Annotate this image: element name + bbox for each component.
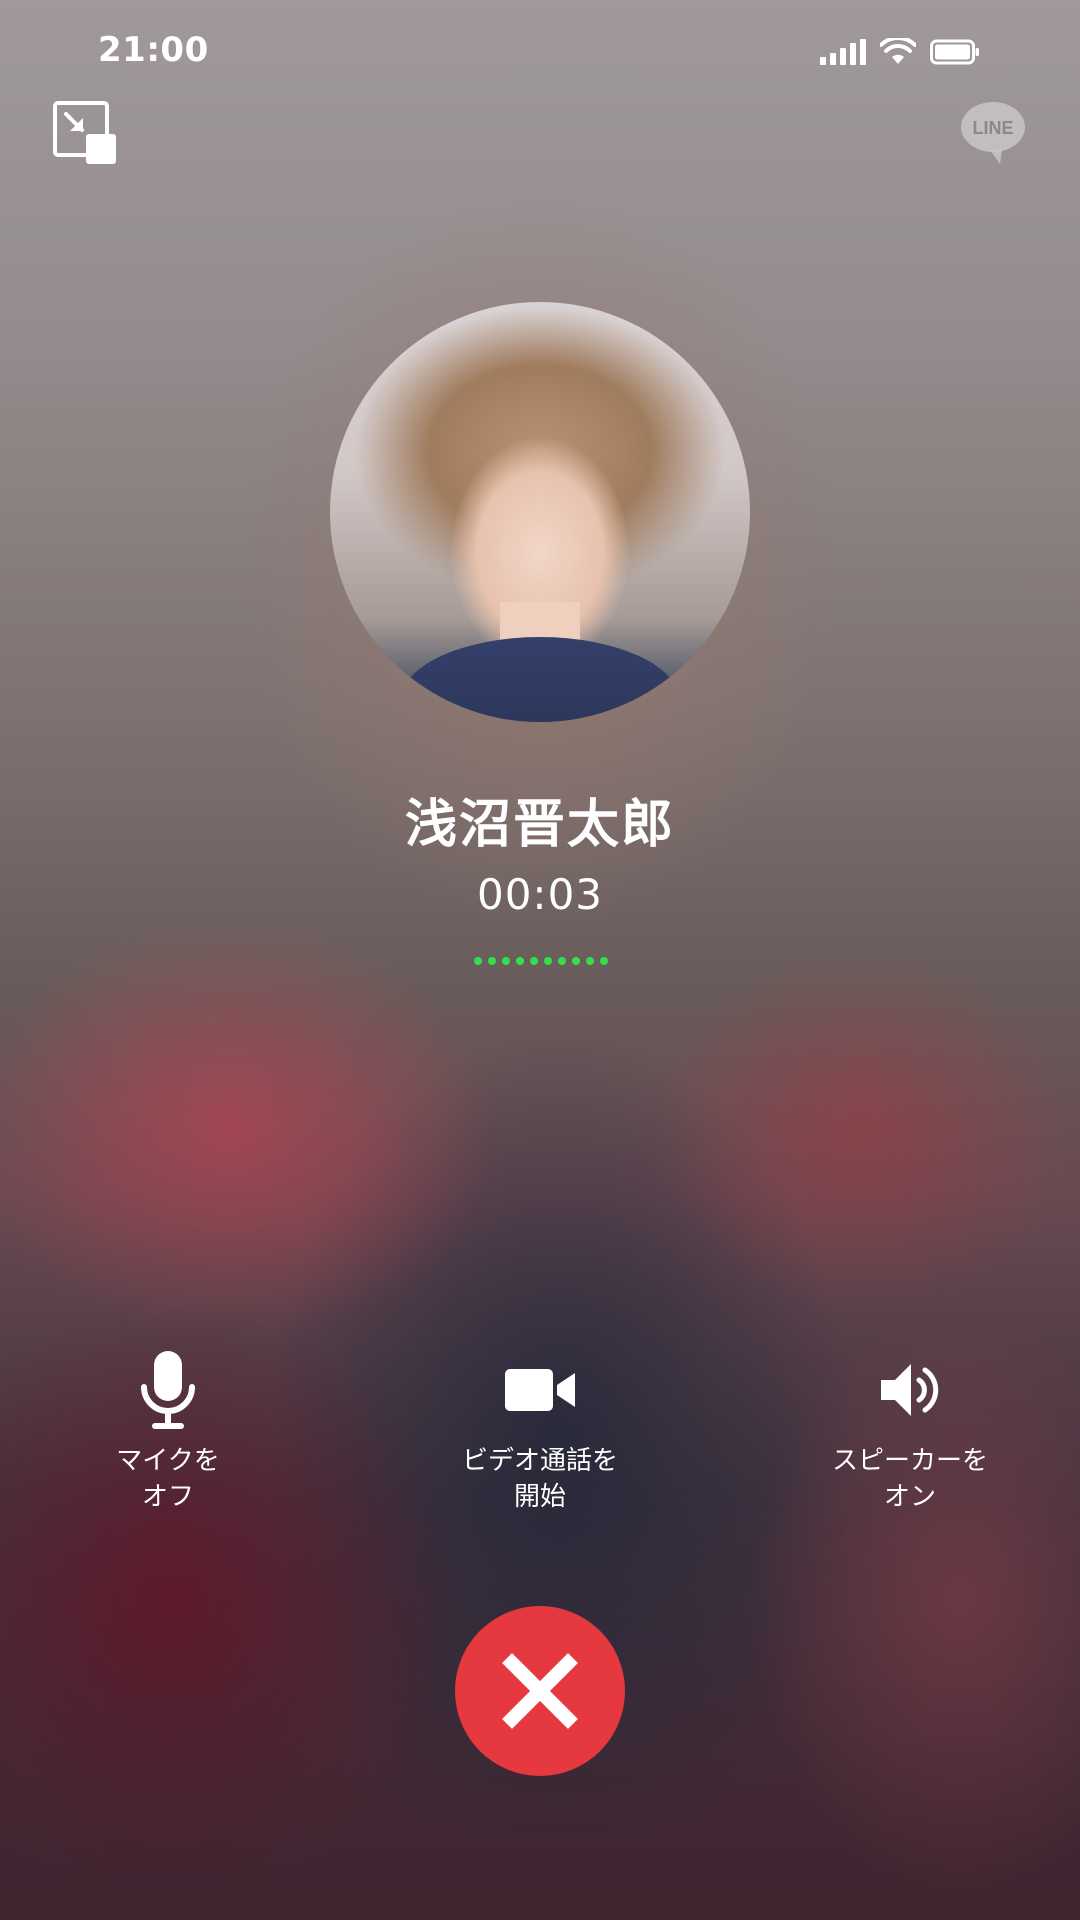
mic-off-label: マイクを オフ [116,1446,220,1512]
line-logo-text: LINE [972,118,1013,138]
speaker-on-label: スピーカーを オン [831,1446,988,1512]
start-video-call-label: ビデオ通話を 開始 [461,1446,618,1512]
minimize-button[interactable] [52,100,118,166]
end-call-button[interactable] [455,1606,625,1776]
video-camera-icon [505,1369,575,1411]
status-bar: 21:00 [0,0,1080,110]
close-x-icon [502,1653,578,1729]
speaker-on-button[interactable]: スピーカーを オン [780,1345,1040,1515]
call-duration: 00:03 [476,870,604,919]
speaker-icon [881,1364,939,1416]
start-video-call-button[interactable]: ビデオ通話を 開始 [410,1345,670,1515]
status-time: 21:00 [98,30,209,70]
cellular-signal-icon [820,39,866,65]
battery-icon [930,39,979,65]
status-icons [820,38,980,66]
minimize-pip-icon [53,101,116,164]
wifi-icon [880,38,916,64]
call-screen: 21:00 LINE 浅沼晋太郎 00:03 マイクを オフ ビデオ通話を 開始… [0,0,1080,1920]
microphone-icon [141,1351,195,1429]
caller-avatar [330,302,750,722]
caller-name: 浅沼晋太郎 [404,795,675,855]
connection-indicator [474,955,608,967]
line-logo: LINE [960,100,1026,166]
mic-off-button[interactable]: マイクを オフ [38,1345,298,1515]
